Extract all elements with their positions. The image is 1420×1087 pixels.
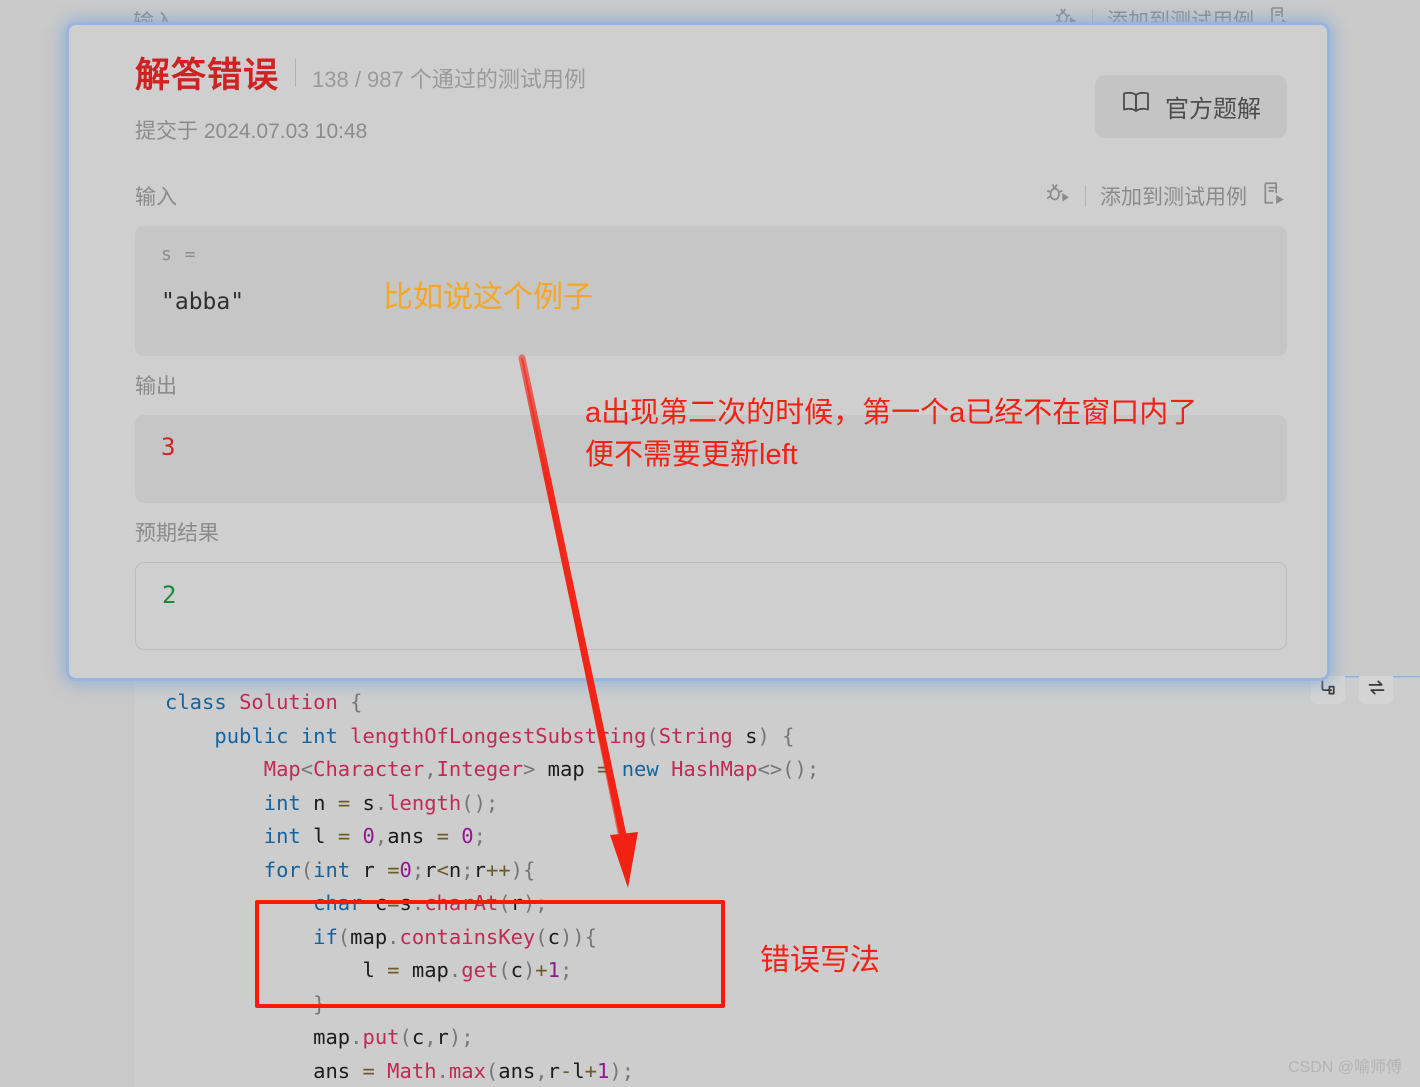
book-icon [1121,90,1151,123]
submission-result-panel: 解答错误 138 / 987 个通过的测试用例 提交于 2024.07.03 1… [66,22,1330,681]
swap-sync-icon[interactable] [1359,676,1393,704]
code-line: char c=s.charAt(r); [313,891,548,915]
divider [1085,185,1086,207]
code-editor-panel[interactable]: class Solution { public int lengthOfLong… [135,676,1420,1087]
code-line: public int lengthOfLongestSubstring(Stri… [214,723,795,748]
input-value-box[interactable]: s = "abba" [135,226,1287,356]
input-actions: 添加到测试用例 [1045,180,1287,212]
result-header: 解答错误 138 / 987 个通过的测试用例 提交于 2024.07.03 1… [135,47,1287,167]
code-line: for(int r =0;r<n;r++){ [263,857,536,882]
code-line: map.put(c,r); [313,1025,474,1049]
input-var-value: "abba" [161,289,245,315]
verdict-text: 解答错误 [135,56,280,95]
official-solution-button[interactable]: 官方题解 [1095,75,1287,138]
code-line: l = map.get(c)+1; [362,958,573,982]
bug-run-icon[interactable] [1045,180,1071,212]
output-value-box: 3 [135,415,1287,503]
code-line: int l = 0,ans = 0; [263,824,486,848]
code-line: if(map.containsKey(c)){ [313,924,597,949]
code-line: class Solution { [165,690,363,714]
expected-section-head: 预期结果 [135,511,1287,553]
output-section-head: 输出 [135,364,1287,406]
code-line: ans = Math.max(ans,r-l+1); [313,1058,635,1083]
expected-value-box: 2 [135,562,1287,650]
code-line: } [313,991,326,1016]
expected-label: 预期结果 [135,522,219,545]
output-value: 3 [161,433,176,461]
code-line: int n = s.length(); [263,790,499,815]
watermark-text: CSDN @喻师傅 [1287,1059,1402,1076]
input-section-head: 输入 添加到测试用例 [135,175,1287,217]
file-run-icon[interactable] [1261,180,1287,212]
code-content[interactable]: class Solution { public int lengthOfLong… [135,686,819,1087]
testcase-count-text: 138 / 987 个通过的测试用例 [312,67,586,92]
output-label: 输出 [135,375,177,398]
official-solution-label: 官方题解 [1165,96,1261,123]
add-testcase-label[interactable]: 添加到测试用例 [1100,181,1247,211]
code-line: Map<Character,Integer> map = new HashMap… [263,757,820,781]
divider [295,58,297,87]
expected-value: 2 [162,581,177,609]
input-label: 输入 [135,186,177,209]
input-var-key: s = [161,244,197,265]
